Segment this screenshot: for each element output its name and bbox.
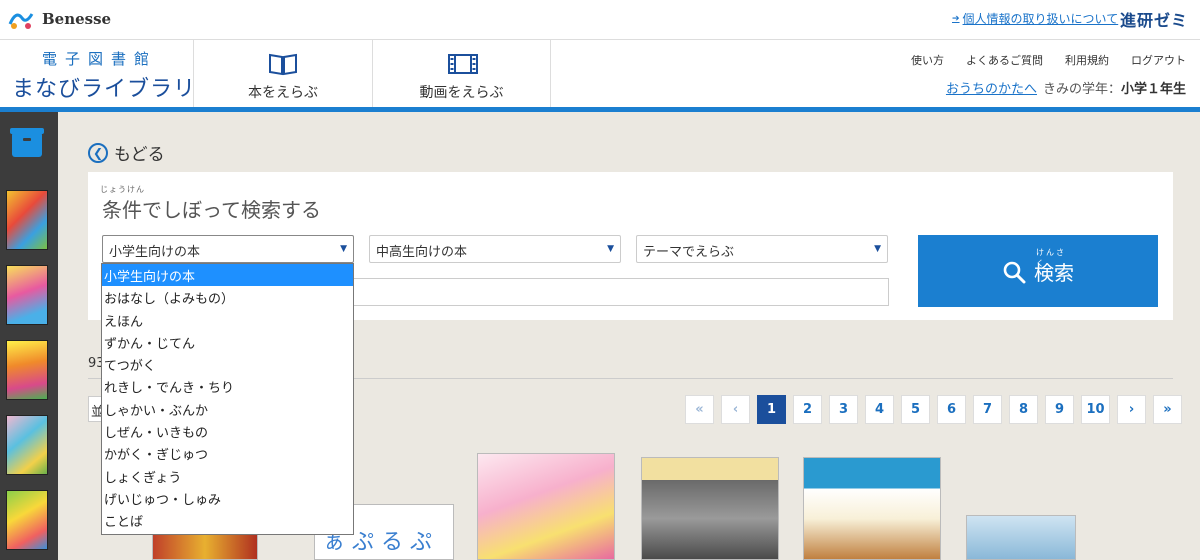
page-button[interactable]: 7 bbox=[973, 395, 1002, 424]
search-ruby: けんさく bbox=[1036, 247, 1066, 268]
page-button[interactable]: 6 bbox=[937, 395, 966, 424]
book-cover[interactable] bbox=[803, 457, 941, 560]
pagination: « ‹ 1 2 3 4 5 6 7 8 9 10 › » bbox=[685, 395, 1182, 424]
prev-page-button[interactable]: ‹ bbox=[721, 395, 750, 424]
page-button[interactable]: 8 bbox=[1009, 395, 1038, 424]
benesse-logo-text: Benesse bbox=[42, 10, 112, 28]
logout-link[interactable]: ログアウト bbox=[1131, 52, 1186, 68]
sidebar-book-thumb[interactable] bbox=[6, 265, 48, 325]
bookshelf-sidebar bbox=[0, 112, 58, 560]
page-button[interactable]: 10 bbox=[1081, 395, 1110, 424]
sidebar-book-thumb[interactable] bbox=[6, 490, 48, 550]
dropdown-option[interactable]: えほん bbox=[102, 309, 353, 331]
select-value: 中高生向けの本 bbox=[376, 245, 468, 260]
dropdown-option[interactable]: ことば bbox=[102, 509, 353, 531]
back-button[interactable]: ❮ もどる bbox=[88, 140, 165, 165]
sidebar-book-thumb[interactable] bbox=[6, 340, 48, 400]
dropdown-option[interactable]: おはなし（よみもの） bbox=[102, 286, 353, 308]
search-button[interactable]: けんさく 検索 bbox=[918, 235, 1158, 307]
arrow-right-icon: ➔ bbox=[952, 13, 960, 24]
page-button[interactable]: 1 bbox=[757, 395, 786, 424]
page-button[interactable]: 4 bbox=[865, 395, 894, 424]
grade-value: 小学１年生 bbox=[1120, 82, 1186, 97]
privacy-policy-link[interactable]: ➔ 個人情報の取り扱いについて bbox=[952, 10, 1118, 27]
dropdown-option[interactable]: てつがく bbox=[102, 353, 353, 375]
dropdown-option[interactable]: ずかん・じてん bbox=[102, 331, 353, 353]
dropdown-option[interactable]: れきし・でんき・ちり bbox=[102, 375, 353, 397]
first-page-button[interactable]: « bbox=[685, 395, 714, 424]
page-button[interactable]: 2 bbox=[793, 395, 822, 424]
page-button[interactable]: 9 bbox=[1045, 395, 1074, 424]
tab-books-label: 本をえらぶ bbox=[248, 85, 318, 101]
tab-books[interactable]: 本をえらぶ bbox=[193, 40, 372, 111]
tab-videos-label: 動画をえらぶ bbox=[419, 85, 504, 101]
caret-down-icon: ▼ bbox=[607, 244, 614, 254]
last-page-button[interactable]: » bbox=[1153, 395, 1182, 424]
caret-down-icon: ▼ bbox=[340, 244, 347, 254]
brand-title: まなびライブラリー bbox=[12, 77, 220, 102]
search-icon bbox=[1002, 260, 1026, 284]
theme-select[interactable]: テーマでえらぶ ▼ bbox=[636, 235, 888, 263]
sidebar-book-thumb[interactable] bbox=[6, 415, 48, 475]
faq-link[interactable]: よくあるご質問 bbox=[966, 52, 1043, 68]
select-value: テーマでえらぶ bbox=[643, 245, 735, 260]
how-to-use-link[interactable]: 使い方 bbox=[911, 52, 944, 68]
caret-down-icon: ▼ bbox=[874, 244, 881, 254]
dropdown-option[interactable]: しゃかい・ぶんか bbox=[102, 398, 353, 420]
page-button[interactable]: 5 bbox=[901, 395, 930, 424]
teen-books-select[interactable]: 中高生向けの本 ▼ bbox=[369, 235, 621, 263]
parent-grade-row: おうちのかたへ きみの学年： 小学１年生 bbox=[946, 78, 1186, 97]
terms-link[interactable]: 利用規約 bbox=[1065, 52, 1109, 68]
back-label: もどる bbox=[114, 145, 165, 165]
bookbox-icon[interactable] bbox=[10, 128, 44, 157]
benesse-logo[interactable]: Benesse bbox=[8, 8, 111, 30]
elementary-books-dropdown: 小学生向けの本 おはなし（よみもの） えほん ずかん・じてん てつがく れきし・… bbox=[101, 263, 354, 535]
next-page-button[interactable]: › bbox=[1117, 395, 1146, 424]
panel-title: 条件でしぼって検索する bbox=[102, 198, 321, 222]
sidebar-book-thumb[interactable] bbox=[6, 190, 48, 250]
utility-links: 使い方 よくあるご質問 利用規約 ログアウト bbox=[911, 52, 1186, 68]
site-header: 電子図書館 まなびライブラリー 本をえらぶ 動画をえらぶ 使い方 よくあるご質問… bbox=[0, 40, 1200, 111]
privacy-link-label: 個人情報の取り扱いについて bbox=[962, 12, 1119, 26]
chevron-left-circle-icon: ❮ bbox=[88, 142, 108, 163]
benesse-mark-icon bbox=[8, 8, 38, 30]
for-parents-link[interactable]: おうちのかたへ bbox=[946, 78, 1037, 97]
dropdown-option[interactable]: かがく・ぎじゅつ bbox=[102, 442, 353, 464]
dropdown-option[interactable]: しぜん・いきもの bbox=[102, 420, 353, 442]
dropdown-option[interactable]: しょくぎょう bbox=[102, 465, 353, 487]
shinken-zemi-logo[interactable]: 進研ゼミ bbox=[1120, 7, 1188, 31]
tab-videos[interactable]: 動画をえらぶ bbox=[372, 40, 551, 107]
book-cover[interactable] bbox=[641, 457, 779, 560]
top-bar: Benesse ➔ 個人情報の取り扱いについて 進研ゼミ bbox=[0, 0, 1200, 40]
dropdown-option[interactable]: げいじゅつ・しゅみ bbox=[102, 487, 353, 509]
elementary-books-select[interactable]: 小学生向けの本 ▼ bbox=[102, 235, 354, 263]
page-button[interactable]: 3 bbox=[829, 395, 858, 424]
library-brand[interactable]: 電子図書館 まなびライブラリー bbox=[12, 48, 219, 103]
grade-label: きみの学年： bbox=[1042, 82, 1121, 97]
dropdown-option[interactable]: 小学生向けの本 bbox=[102, 264, 353, 287]
book-cover[interactable] bbox=[966, 515, 1076, 560]
book-cover[interactable] bbox=[477, 453, 615, 560]
film-icon bbox=[447, 52, 478, 76]
select-value: 小学生向けの本 bbox=[109, 245, 201, 260]
book-icon bbox=[268, 52, 298, 76]
